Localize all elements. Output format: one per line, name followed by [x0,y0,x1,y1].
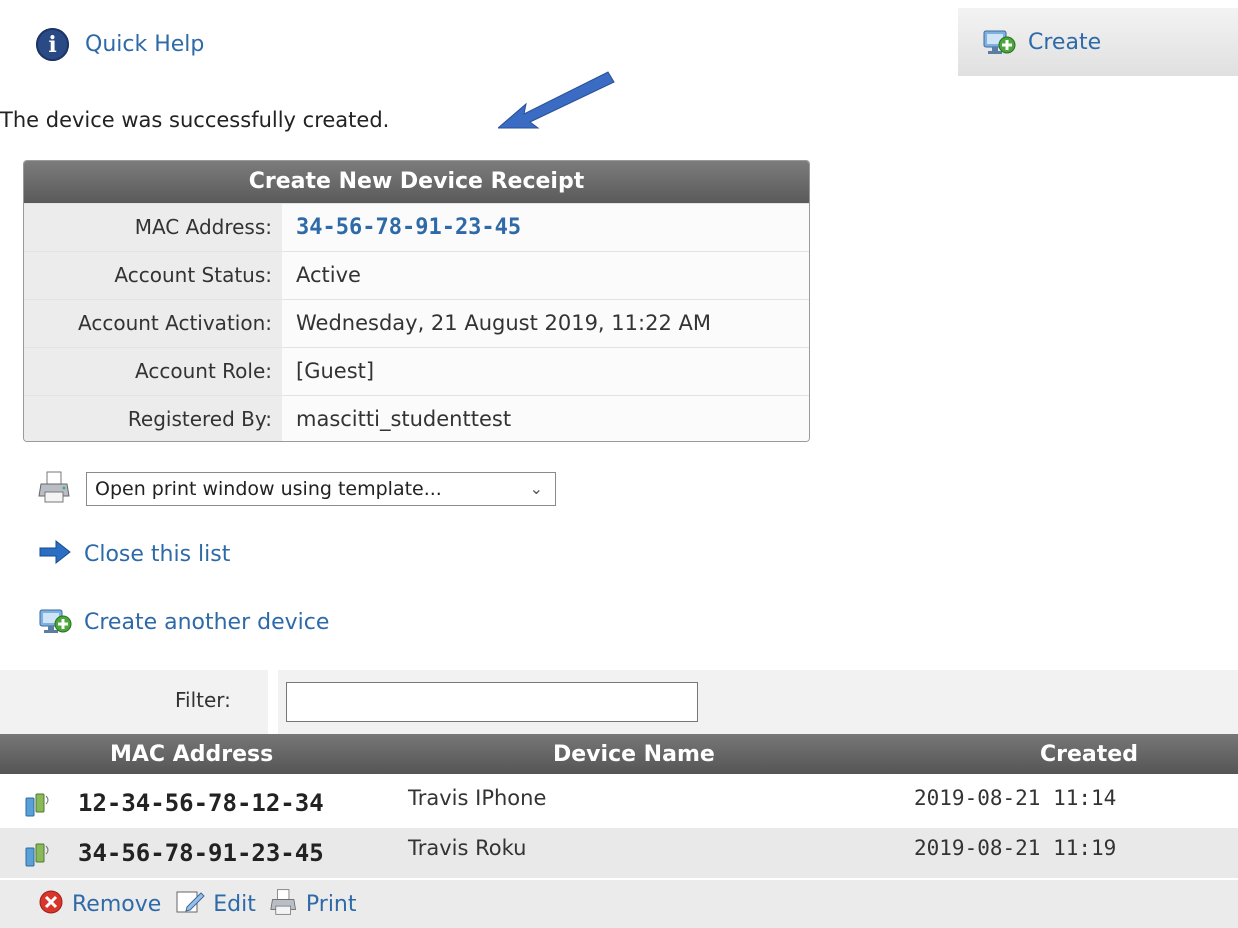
column-header-device-name[interactable]: Device Name [553,742,715,767]
receipt-label: Account Status: [24,252,282,299]
row-created: 2019-08-21 11:14 [914,786,1117,810]
filter-bar: Filter: [0,670,1238,734]
printer-icon [270,888,298,920]
print-row: Open print window using template... ⌄ [38,470,556,508]
table-header: MAC Address Device Name Created [0,734,1238,774]
chevron-down-icon: ⌄ [529,479,543,498]
device-icon [22,790,52,824]
create-device-icon [38,604,72,640]
receipt-row-activation: Account Activation: Wednesday, 21 August… [24,299,809,347]
print-template-select[interactable]: Open print window using template... ⌄ [86,472,556,506]
create-device-icon [982,25,1016,59]
row-device-name: Travis IPhone [408,786,547,810]
create-another-device-link[interactable]: Create another device [38,604,329,640]
column-header-mac[interactable]: MAC Address [110,742,273,767]
filter-input[interactable] [286,682,698,722]
row-mac: 12-34-56-78-12-34 [78,789,324,817]
row-device-name: Travis Roku [408,836,527,860]
edit-label: Edit [213,891,256,917]
create-tab[interactable]: Create [958,8,1238,76]
printer-icon [38,470,72,508]
row-mac: 34-56-78-91-23-45 [78,839,324,867]
device-icon [22,840,52,874]
receipt-value: Active [282,252,809,299]
receipt-value: mascitti_studenttest [282,396,809,441]
quick-help-link[interactable]: i Quick Help [36,28,204,61]
annotation-arrow-icon [496,70,618,136]
remove-icon [38,889,64,919]
receipt-mac-value: 34-56-78-91-23-45 [282,204,809,251]
create-tab-label: Create [1028,29,1102,55]
receipt-label: Account Activation: [24,300,282,347]
success-message: The device was successfully created. [0,108,390,132]
table-row[interactable]: 12-34-56-78-12-34 Travis IPhone 2019-08-… [0,778,1238,828]
receipt-row-role: Account Role: [Guest] [24,347,809,395]
print-button[interactable]: Print [270,888,357,920]
arrow-right-icon [38,537,72,571]
receipt-row-status: Account Status: Active [24,251,809,299]
edit-icon [175,889,205,919]
receipt-value: Wednesday, 21 August 2019, 11:22 AM [282,300,809,347]
row-created: 2019-08-21 11:19 [914,836,1117,860]
close-list-label: Close this list [84,541,231,567]
device-receipt: Create New Device Receipt MAC Address: 3… [23,160,810,442]
receipt-title: Create New Device Receipt [24,161,809,203]
receipt-row-mac: MAC Address: 34-56-78-91-23-45 [24,203,809,251]
row-actions-bar: Remove Edit Print [0,880,1238,928]
close-list-link[interactable]: Close this list [38,537,230,571]
filter-divider [268,670,278,734]
info-icon: i [36,28,69,61]
column-header-created[interactable]: Created [1040,742,1138,767]
receipt-label: Account Role: [24,348,282,395]
table-row[interactable]: 34-56-78-91-23-45 Travis Roku 2019-08-21… [0,828,1238,878]
remove-button[interactable]: Remove [38,889,161,919]
edit-button[interactable]: Edit [175,889,256,919]
receipt-label: MAC Address: [24,204,282,251]
receipt-row-registered-by: Registered By: mascitti_studenttest [24,395,809,441]
top-bar: i Quick Help Create [0,8,1238,76]
quick-help-label: Quick Help [85,32,205,57]
print-template-value: Open print window using template... [95,478,442,500]
filter-label: Filter: [175,688,231,712]
remove-label: Remove [72,891,162,917]
receipt-value: [Guest] [282,348,809,395]
print-label: Print [305,891,357,917]
create-another-label: Create another device [84,609,330,635]
receipt-label: Registered By: [24,396,282,441]
